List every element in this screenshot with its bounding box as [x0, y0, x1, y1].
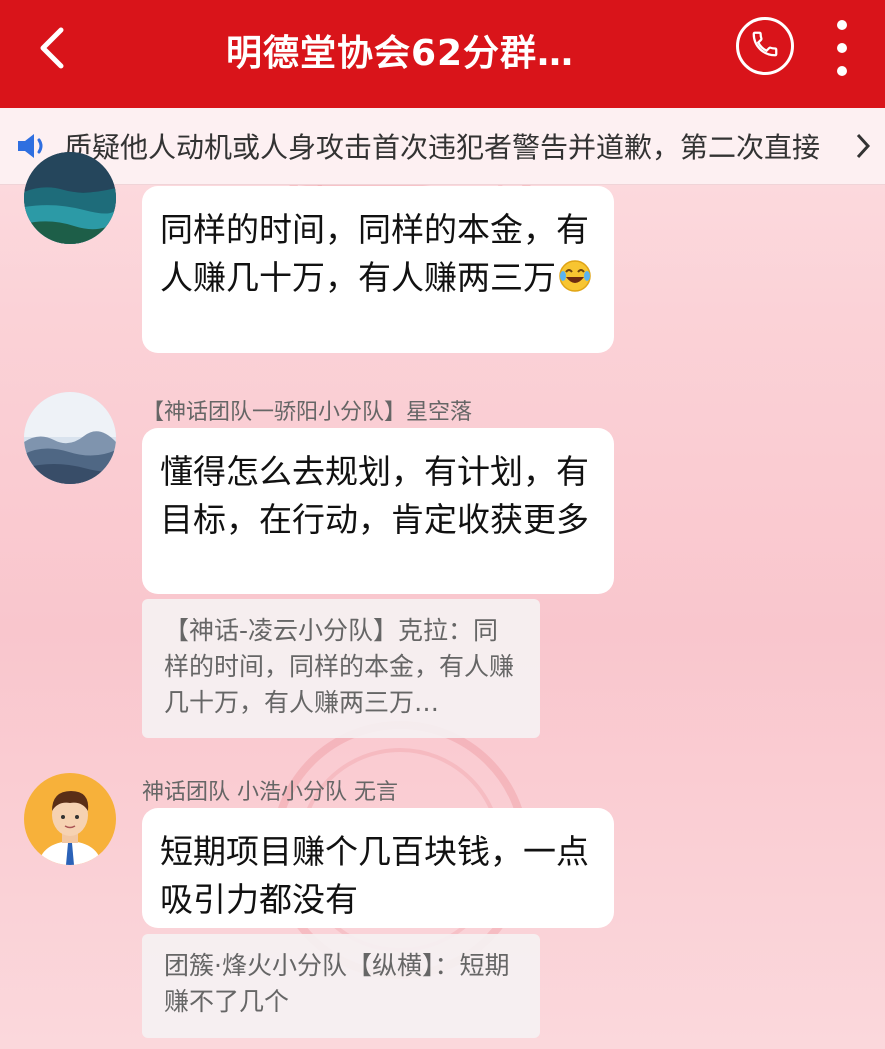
sender-name: 神话团队 小浩小分队 无言: [142, 780, 398, 805]
avatar[interactable]: [24, 773, 116, 865]
more-dot: [837, 43, 847, 53]
group-notice-bar[interactable]: 质疑他人动机或人身攻击首次违犯者警告并道歉，第二次直接: [0, 108, 885, 185]
sender-name: 【神话团队一骄阳小分队】星空落: [142, 400, 473, 425]
message-text: 短期项目赚个几百块钱，一点吸引力都没有: [160, 832, 589, 919]
message-bubble[interactable]: 同样的时间，同样的本金，有人赚几十万，有人赚两三万: [142, 186, 614, 353]
more-dot: [837, 20, 847, 30]
laughing-tears-emoji-icon: [558, 258, 592, 292]
message-text: 懂得怎么去规划，有计划，有目标，在行动，肯定收获更多: [160, 452, 589, 539]
message-bubble[interactable]: 短期项目赚个几百块钱，一点吸引力都没有: [142, 808, 614, 928]
chevron-left-icon: [37, 26, 67, 74]
chevron-right-icon: [855, 132, 871, 164]
notice-text: 质疑他人动机或人身攻击首次违犯者警告并道歉，第二次直接: [64, 131, 821, 164]
message-text: 同样的时间，同样的本金，有人赚几十万，有人赚两三万: [160, 210, 589, 297]
call-button[interactable]: [736, 17, 794, 75]
message-bubble[interactable]: 懂得怎么去规划，有计划，有目标，在行动，肯定收获更多: [142, 428, 614, 594]
chat-title: 明德堂协会62分群…: [225, 33, 575, 74]
app-header: 明德堂协会62分群…: [0, 0, 885, 108]
quoted-message[interactable]: 【神话-凌云小分队】克拉：同样的时间，同样的本金，有人赚几十万，有人赚两三万…: [142, 599, 540, 738]
back-button[interactable]: [22, 20, 82, 80]
avatar[interactable]: [24, 152, 116, 244]
phone-icon: [750, 29, 780, 63]
more-button[interactable]: [820, 20, 864, 76]
quoted-message[interactable]: 团簇·烽火小分队【纵横】：短期赚不了几个: [142, 934, 540, 1038]
more-dot: [837, 66, 847, 76]
avatar[interactable]: [24, 392, 116, 484]
